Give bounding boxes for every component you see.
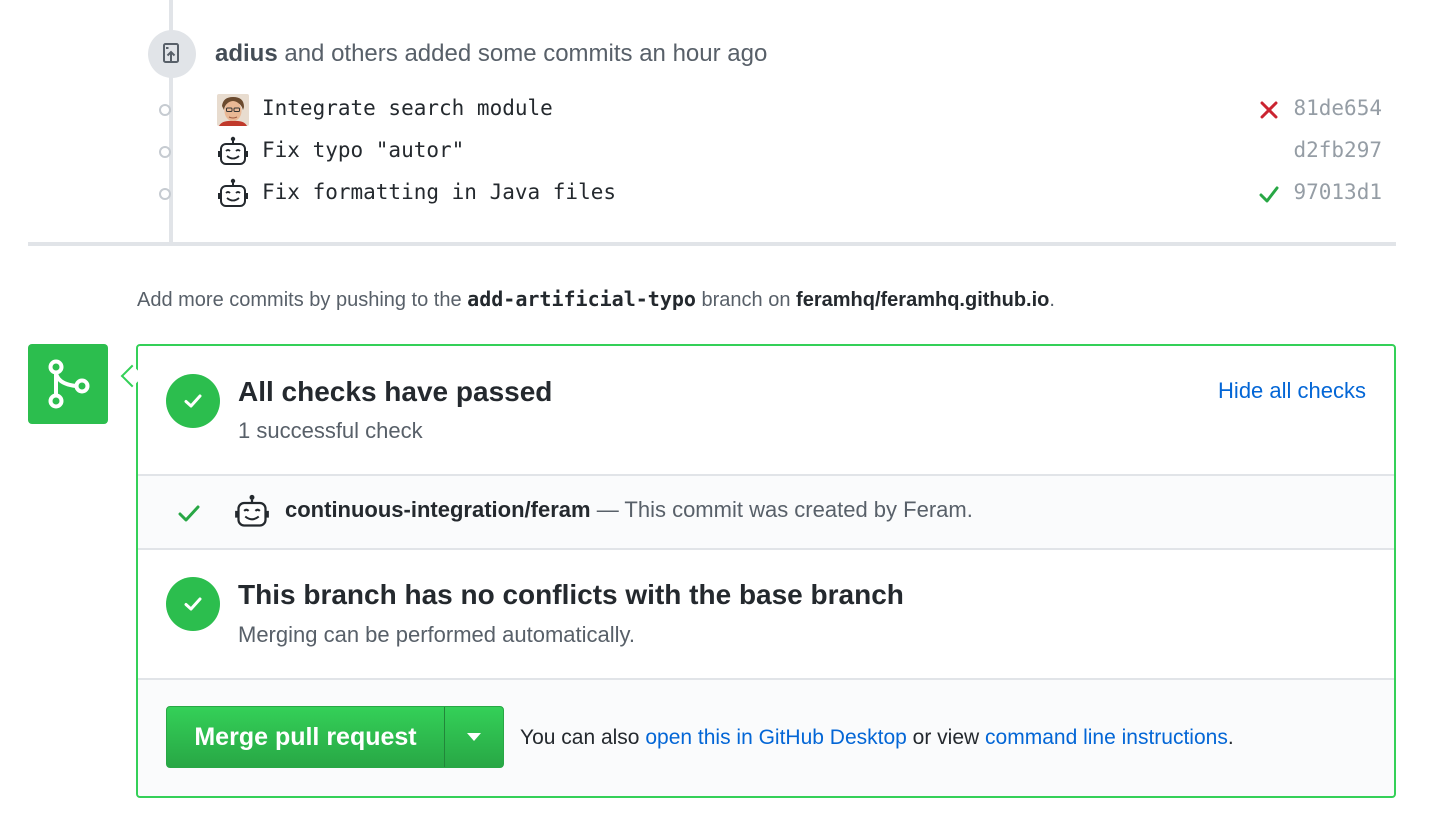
checks-passed-badge xyxy=(166,374,220,428)
push-hint-prefix: Add more commits by pushing to the xyxy=(137,289,462,311)
merge-status-badge xyxy=(28,344,108,424)
hide-all-checks-link[interactable]: Hide all checks xyxy=(1218,378,1366,404)
triangle-down-icon xyxy=(467,733,481,741)
check-icon xyxy=(184,597,202,611)
git-merge-icon xyxy=(48,359,90,409)
conflicts-subtitle: Merging can be performed automatically. xyxy=(238,622,636,647)
merge-button-group: Merge pull request xyxy=(166,706,504,768)
x-icon[interactable] xyxy=(1257,98,1281,122)
merge-pull-request-button[interactable]: Merge pull request xyxy=(167,707,445,767)
commit-message[interactable]: Integrate search module xyxy=(262,96,553,120)
check-item: continuous-integration/feram — This comm… xyxy=(285,497,973,523)
push-event-text: and others added some commits an hour ag… xyxy=(284,40,768,67)
merge-help-middle: or view xyxy=(912,726,980,749)
commit-row: Fix formatting in Java files 97013d1 xyxy=(150,174,1390,214)
conflicts-title: This branch has no conflicts with the ba… xyxy=(238,579,904,610)
section-divider xyxy=(138,548,1394,550)
command-line-instructions-link[interactable]: command line instructions xyxy=(985,726,1228,749)
commit-node-icon xyxy=(159,104,171,116)
user-avatar[interactable] xyxy=(217,94,249,126)
robot-avatar-icon[interactable] xyxy=(217,136,249,168)
merge-help-text: You can also open this in GitHub Desktop… xyxy=(520,726,1234,750)
commit-message[interactable]: Fix formatting in Java files xyxy=(262,180,616,204)
push-event-header: adius and others added some commits an h… xyxy=(215,40,767,68)
check-icon xyxy=(178,505,200,522)
commit-sha[interactable]: 81de654 xyxy=(1293,96,1382,120)
checks-title: All checks have passed xyxy=(238,376,553,407)
repo-name: feramhq/feramhq.github.io xyxy=(796,289,1050,311)
commit-message[interactable]: Fix typo "autor" xyxy=(262,138,464,162)
push-hint-suffix: . xyxy=(1049,289,1055,311)
checks-subtitle: 1 successful check xyxy=(238,418,423,443)
timeline-separator xyxy=(28,242,1396,246)
robot-avatar-icon xyxy=(235,494,269,527)
commit-sha[interactable]: 97013d1 xyxy=(1293,180,1382,204)
merge-options-dropdown[interactable] xyxy=(445,707,503,767)
commit-node-icon xyxy=(159,146,171,158)
commit-sha[interactable]: d2fb297 xyxy=(1293,138,1382,162)
merge-help-prefix: You can also xyxy=(520,726,640,749)
commit-row: Fix typo "autor" d2fb297 xyxy=(150,132,1390,172)
push-hint: Add more commits by pushing to the add-a… xyxy=(137,287,1055,312)
check-icon xyxy=(184,394,202,408)
robot-avatar-icon[interactable] xyxy=(217,178,249,210)
commit-node-icon xyxy=(159,188,171,200)
push-hint-middle: branch on xyxy=(701,289,791,311)
check-icon[interactable] xyxy=(1257,182,1281,206)
repo-push-icon xyxy=(163,43,179,63)
commit-row: Integrate search module 81de654 xyxy=(150,90,1390,130)
check-context: continuous-integration/feram xyxy=(285,497,591,522)
repo-push-badge xyxy=(148,30,196,78)
open-in-desktop-link[interactable]: open this in GitHub Desktop xyxy=(645,726,906,749)
push-author[interactable]: adius xyxy=(215,40,278,67)
branch-name: add-artificial-typo xyxy=(467,287,696,311)
check-description: — This commit was created by Feram. xyxy=(596,497,973,522)
no-conflicts-badge xyxy=(166,577,220,631)
merge-help-suffix: . xyxy=(1227,726,1234,749)
